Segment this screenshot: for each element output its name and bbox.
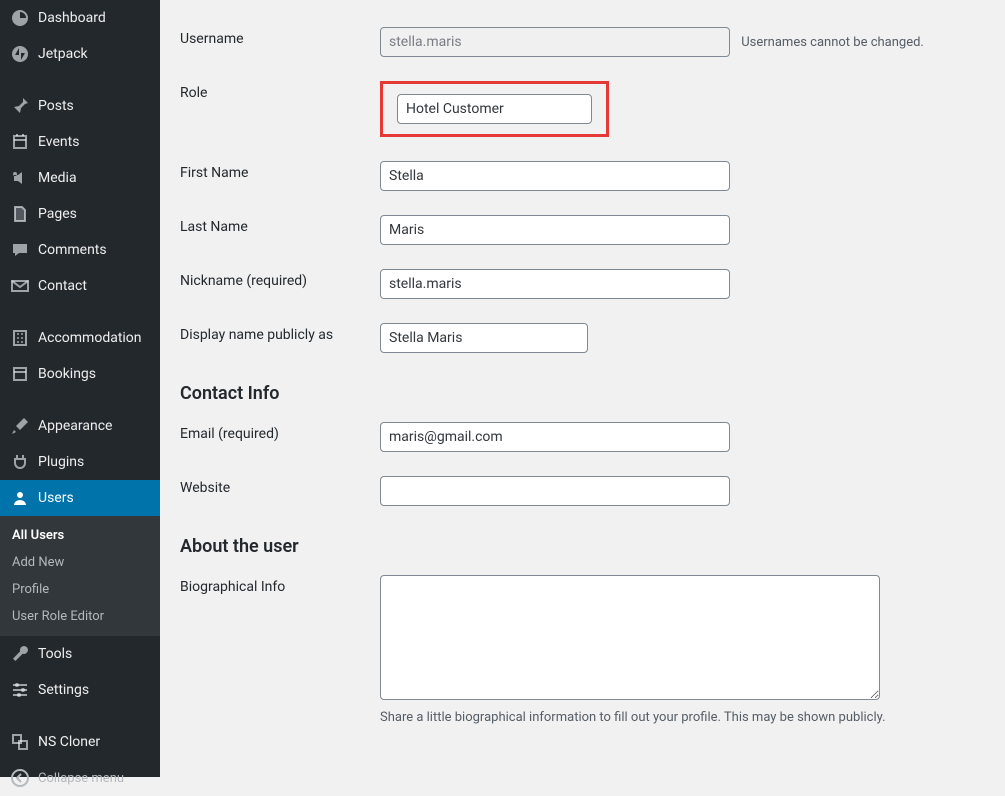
brush-icon: [10, 416, 30, 436]
sidebar-item-label: Pages: [38, 206, 77, 222]
website-label: Website: [180, 464, 380, 518]
submenu-all-users[interactable]: All Users: [0, 522, 160, 549]
submenu-profile[interactable]: Profile: [0, 576, 160, 603]
sidebar-item-jetpack[interactable]: Jetpack: [0, 36, 160, 72]
sidebar-item-media[interactable]: Media: [0, 160, 160, 196]
last-name-label: Last Name: [180, 203, 380, 257]
edit-user-form: Username Usernames cannot be changed. Ro…: [160, 0, 1005, 777]
building-icon: [10, 328, 30, 348]
admin-sidebar: Dashboard Jetpack Posts Events Media Pag…: [0, 0, 160, 777]
nickname-input[interactable]: [380, 269, 730, 299]
sidebar-item-posts[interactable]: Posts: [0, 88, 160, 124]
wrench-icon: [10, 644, 30, 664]
first-name-label: First Name: [180, 149, 380, 203]
sidebar-item-bookings[interactable]: Bookings: [0, 356, 160, 392]
sidebar-item-label: Dashboard: [38, 10, 106, 26]
sidebar-item-label: Appearance: [38, 418, 112, 434]
display-name-label: Display name publicly as: [180, 311, 380, 365]
pin-icon: [10, 96, 30, 116]
username-note: Usernames cannot be changed.: [741, 35, 924, 50]
email-label: Email (required): [180, 410, 380, 464]
sidebar-item-users[interactable]: Users: [0, 480, 160, 516]
role-label: Role: [180, 69, 380, 149]
display-name-select[interactable]: Stella Maris: [380, 323, 588, 353]
sidebar-item-label: Jetpack: [38, 46, 88, 62]
sidebar-item-label: Contact: [38, 278, 87, 294]
sidebar-item-dashboard[interactable]: Dashboard: [0, 0, 160, 36]
sidebar-item-label: Settings: [38, 682, 89, 698]
bio-label: Biographical Info: [180, 563, 380, 737]
website-input[interactable]: [380, 476, 730, 506]
cloner-icon: [10, 732, 30, 752]
bio-description: Share a little biographical information …: [380, 710, 975, 725]
collapse-icon: [10, 768, 30, 788]
comments-icon: [10, 240, 30, 260]
sidebar-item-appearance[interactable]: Appearance: [0, 408, 160, 444]
sidebar-item-label: Events: [38, 134, 79, 150]
sidebar-item-label: NS Cloner: [38, 734, 100, 750]
email-input[interactable]: [380, 422, 730, 452]
sidebar-item-label: Tools: [38, 646, 72, 662]
nickname-label: Nickname (required): [180, 257, 380, 311]
sidebar-item-label: Media: [38, 170, 77, 186]
sidebar-item-nscloner[interactable]: NS Cloner: [0, 724, 160, 760]
role-select[interactable]: Hotel Customer: [397, 94, 592, 124]
users-submenu: All Users Add New Profile User Role Edit…: [0, 516, 160, 636]
sidebar-item-events[interactable]: Events: [0, 124, 160, 160]
sidebar-item-label: Bookings: [38, 366, 96, 382]
media-icon: [10, 168, 30, 188]
plug-icon: [10, 452, 30, 472]
sidebar-item-tools[interactable]: Tools: [0, 636, 160, 672]
calendar-alt-icon: [10, 364, 30, 384]
dashboard-icon: [10, 8, 30, 28]
collapse-label: Collapse menu: [38, 771, 124, 786]
username-label: Username: [180, 15, 380, 69]
first-name-input[interactable]: [380, 161, 730, 191]
sidebar-item-plugins[interactable]: Plugins: [0, 444, 160, 480]
sidebar-item-label: Comments: [38, 242, 107, 258]
bio-textarea[interactable]: [380, 575, 880, 700]
sidebar-item-label: Plugins: [38, 454, 84, 470]
envelope-icon: [10, 276, 30, 296]
sidebar-item-settings[interactable]: Settings: [0, 672, 160, 708]
username-input: [380, 27, 730, 57]
sidebar-item-accommodation[interactable]: Accommodation: [0, 320, 160, 356]
sidebar-item-comments[interactable]: Comments: [0, 232, 160, 268]
about-user-heading: About the user: [180, 536, 985, 557]
sidebar-item-pages[interactable]: Pages: [0, 196, 160, 232]
submenu-user-role-editor[interactable]: User Role Editor: [0, 603, 160, 630]
sliders-icon: [10, 680, 30, 700]
sidebar-item-contact[interactable]: Contact: [0, 268, 160, 304]
pages-icon: [10, 204, 30, 224]
user-icon: [10, 488, 30, 508]
sidebar-item-label: Users: [38, 490, 74, 506]
sidebar-item-label: Posts: [38, 98, 74, 114]
contact-info-heading: Contact Info: [180, 383, 985, 404]
role-highlight: Hotel Customer: [380, 81, 609, 137]
submenu-add-new[interactable]: Add New: [0, 549, 160, 576]
calendar-icon: [10, 132, 30, 152]
sidebar-item-label: Accommodation: [38, 330, 142, 346]
collapse-menu-button[interactable]: Collapse menu: [0, 760, 160, 796]
last-name-input[interactable]: [380, 215, 730, 245]
jetpack-icon: [10, 44, 30, 64]
